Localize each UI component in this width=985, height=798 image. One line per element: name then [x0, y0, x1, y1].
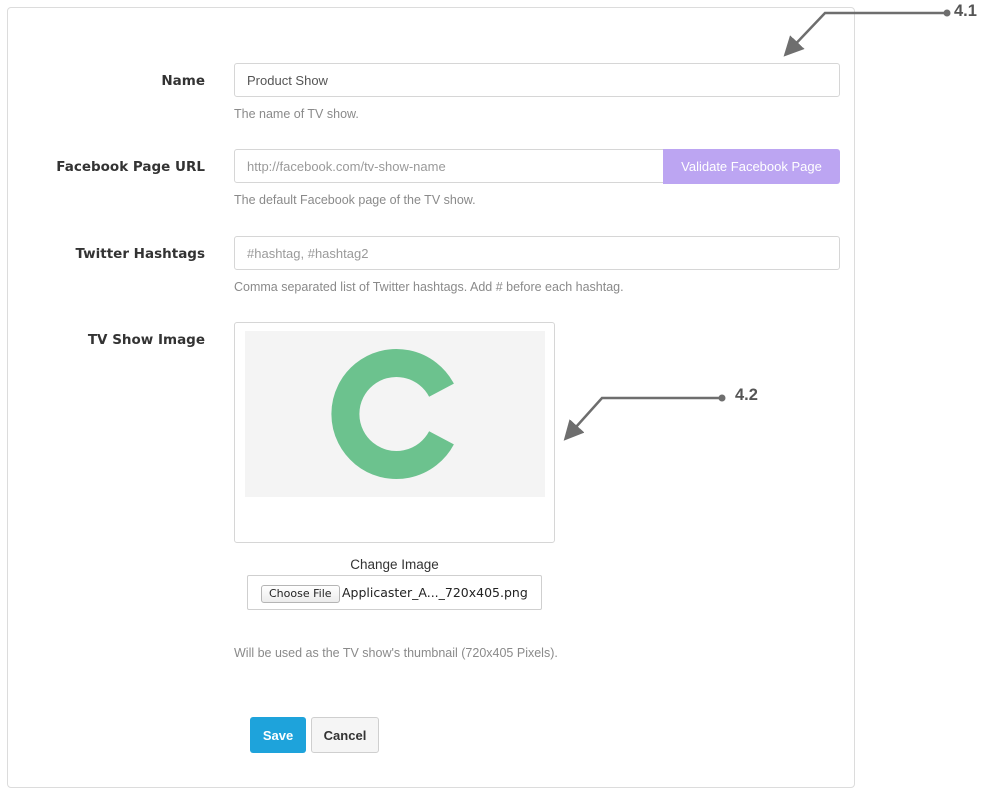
callout-4-1-arrow: [783, 9, 951, 57]
callout-4-2-label: 4.2: [735, 386, 758, 404]
callout-4-2-arrow: [563, 394, 726, 441]
callout-arrows: [563, 9, 951, 441]
callout-4-1-label: 4.1: [954, 2, 977, 20]
